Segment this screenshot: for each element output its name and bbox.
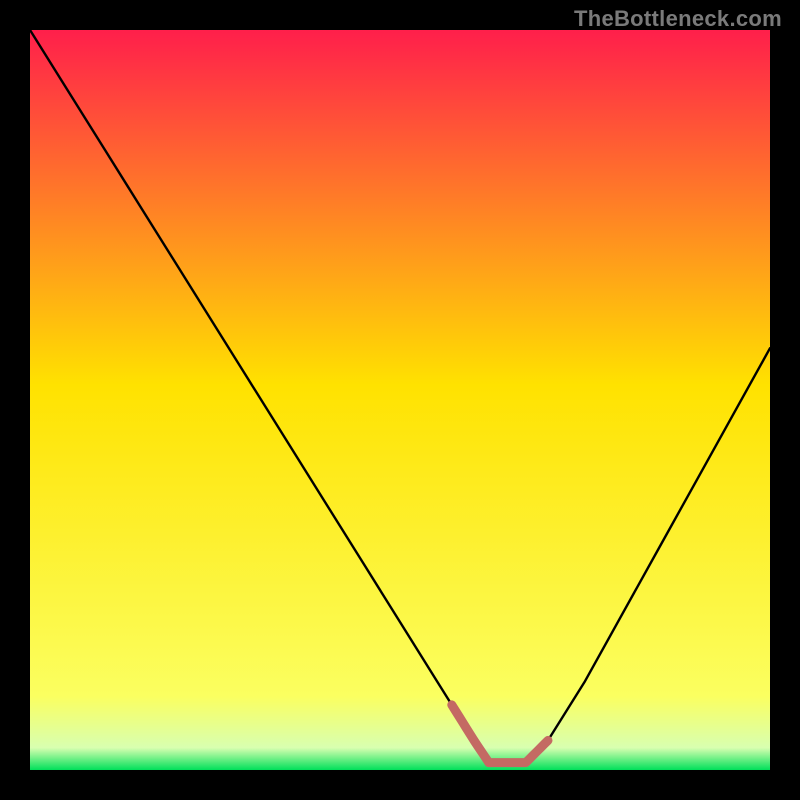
chart-container: TheBottleneck.com	[0, 0, 800, 800]
chart-svg	[30, 30, 770, 770]
plot-area	[30, 30, 770, 770]
watermark-text: TheBottleneck.com	[574, 6, 782, 32]
